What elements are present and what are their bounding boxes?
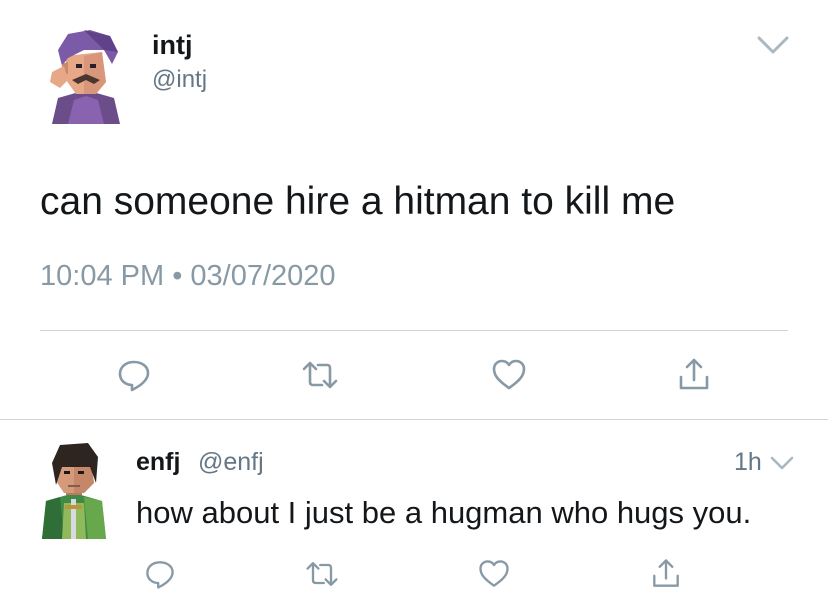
user-handle[interactable]: @intj xyxy=(152,66,207,94)
tweet-divider xyxy=(0,419,828,420)
avatar[interactable] xyxy=(38,28,134,124)
share-button[interactable] xyxy=(644,552,688,596)
tweet-time: 10:04 PM xyxy=(40,260,165,292)
reply-button[interactable] xyxy=(112,353,156,397)
share-icon xyxy=(679,358,709,390)
heart-icon xyxy=(492,359,526,390)
tweet-timestamp[interactable]: 10:04 PM • 03/07/2020 xyxy=(40,260,336,293)
meta-separator: • xyxy=(172,260,183,292)
green-cloaked-warrior-avatar-icon xyxy=(42,443,106,539)
retweet-button[interactable] xyxy=(300,552,344,596)
reply-icon xyxy=(118,360,150,392)
share-button[interactable] xyxy=(672,353,716,397)
avatar[interactable] xyxy=(38,443,110,539)
like-button[interactable] xyxy=(487,353,531,397)
relative-time[interactable]: 1h xyxy=(734,448,762,477)
reply-button[interactable] xyxy=(138,552,182,596)
divider xyxy=(40,330,788,331)
reply-icon xyxy=(146,561,174,589)
tweet-date: 03/07/2020 xyxy=(190,260,336,292)
retweet-icon xyxy=(302,361,338,389)
retweet-button[interactable] xyxy=(298,353,342,397)
like-button[interactable] xyxy=(472,552,516,596)
tweet-text: how about I just be a hugman who hugs yo… xyxy=(136,495,752,530)
display-name[interactable]: intj xyxy=(152,30,193,61)
tweet-thread: intj @intj can someone hire a hitman to … xyxy=(0,0,828,613)
retweet-icon xyxy=(306,562,338,586)
chevron-down-icon[interactable] xyxy=(768,452,796,474)
chevron-down-icon[interactable] xyxy=(753,30,793,60)
share-icon xyxy=(653,559,679,587)
user-handle[interactable]: @enfj xyxy=(198,448,264,477)
heart-icon xyxy=(479,560,509,587)
display-name[interactable]: enfj xyxy=(136,448,180,477)
purple-haired-man-avatar-icon xyxy=(50,30,120,124)
tweet-text: can someone hire a hitman to kill me xyxy=(40,180,676,223)
